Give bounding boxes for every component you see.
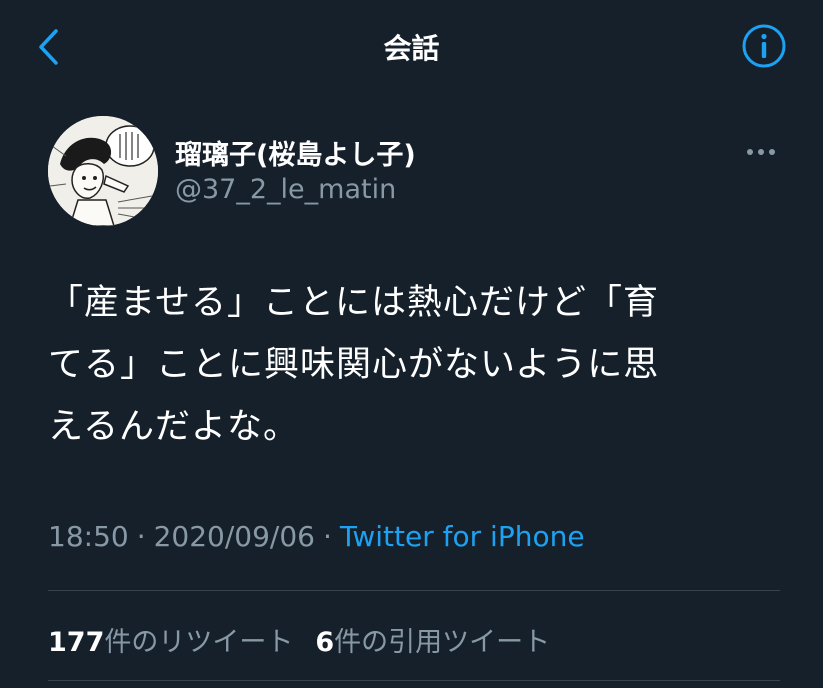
- author-name[interactable]: 瑠璃子(桜島よし子): [175, 133, 416, 172]
- retweets-label: 件のリツイート: [104, 627, 294, 658]
- avatar[interactable]: [48, 116, 158, 226]
- more-icon: [747, 149, 775, 155]
- retweets-stat[interactable]: 177件のリツイート: [48, 627, 293, 658]
- divider: [48, 590, 780, 591]
- tweet-meta: 18:50 · 2020/09/06 · Twitter for iPhone: [48, 520, 585, 553]
- tweet-stats: 177件のリツイート 6件の引用ツイート: [48, 620, 550, 659]
- info-icon: [742, 24, 786, 68]
- tweet-date[interactable]: 2020/09/06: [154, 520, 315, 553]
- tweet-source-link[interactable]: Twitter for iPhone: [340, 520, 585, 553]
- manga-avatar-image: [48, 116, 158, 226]
- retweets-count: 177: [48, 627, 105, 658]
- quotes-stat[interactable]: 6件の引用ツイート: [315, 627, 550, 658]
- more-options-button[interactable]: [743, 140, 779, 164]
- tweet-time[interactable]: 18:50: [48, 520, 129, 553]
- meta-separator: ·: [323, 520, 332, 553]
- author-handle[interactable]: @37_2_le_matin: [175, 174, 396, 205]
- tweet-text: 「産ませる」ことには熱心だけど「育 てる」ことに興味関心がないように思 えるんだ…: [48, 283, 660, 447]
- quotes-label: 件の引用ツイート: [334, 627, 551, 658]
- tweet-detail-screen: 会話 瑠璃子(桜島よし子) @37_2_le_matin 「産ませる」ことには熱…: [0, 0, 823, 688]
- top-nav-bar: 会話: [0, 0, 823, 92]
- info-button[interactable]: [741, 23, 787, 69]
- quotes-count: 6: [315, 627, 335, 658]
- divider: [48, 680, 780, 681]
- meta-separator: ·: [136, 520, 146, 553]
- page-title: 会話: [383, 32, 440, 65]
